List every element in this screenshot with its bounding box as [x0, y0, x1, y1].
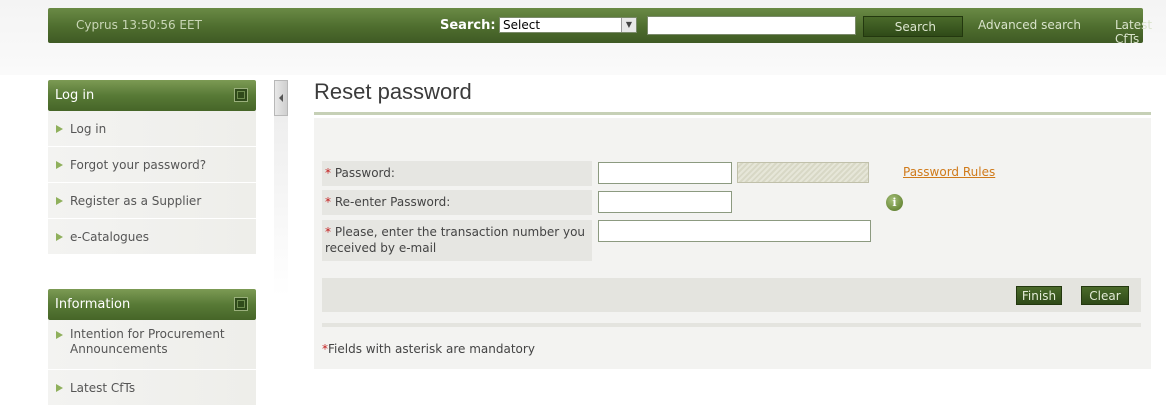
latest-cfts-link[interactable]: Latest CfTs	[1115, 18, 1152, 46]
password-rules-link[interactable]: Password Rules	[903, 165, 995, 179]
bullet-arrow-icon	[56, 125, 63, 133]
sidebar-collapse-rail	[274, 116, 288, 416]
sidebar-item-register-supplier[interactable]: Register as a Supplier	[48, 183, 256, 219]
sidebar-information-header: Information	[48, 289, 256, 320]
finish-button[interactable]: Finish	[1016, 286, 1062, 305]
transaction-number-field[interactable]	[598, 220, 871, 242]
search-button[interactable]: Search	[863, 16, 963, 37]
sidebar-item-intention-announcements[interactable]: Intention for Procurement Announcements	[48, 320, 256, 370]
reenter-password-label: * Re-enter Password:	[322, 190, 592, 215]
title-divider	[314, 112, 1151, 115]
bullet-arrow-icon	[56, 384, 63, 392]
page-title: Reset password	[314, 79, 472, 104]
sidebar-item-label: Register as a Supplier	[70, 194, 202, 208]
mandatory-fields-note: *Fields with asterisk are mandatory	[322, 342, 535, 356]
transaction-number-label: * Please, enter the transaction number y…	[322, 220, 592, 261]
sidebar-item-label: Forgot your password?	[70, 158, 207, 172]
chevron-left-icon	[279, 94, 283, 102]
top-bar: Cyprus 13:50:56 EET Search: Select ▼ Sea…	[48, 8, 1152, 46]
sidebar-item-login[interactable]: Log in	[48, 111, 256, 147]
advanced-search-link[interactable]: Advanced search	[978, 18, 1081, 32]
bullet-arrow-icon	[56, 331, 63, 339]
search-label: Search:	[440, 18, 496, 33]
search-category-select[interactable]: Select ▼	[499, 17, 637, 33]
bullet-arrow-icon	[56, 197, 63, 205]
sidebar-item-forgot-password[interactable]: Forgot your password?	[48, 147, 256, 183]
sidebar-item-e-catalogues[interactable]: e-Catalogues	[48, 219, 256, 255]
clock-text: Cyprus 13:50:56 EET	[76, 18, 202, 32]
sidebar-item-label: Intention for Procurement Announcements	[70, 327, 225, 356]
form-divider	[322, 323, 1141, 327]
chevron-down-icon[interactable]: ▼	[621, 18, 636, 32]
sidebar-login-box: Log in Log in Forgot your password? Regi…	[48, 80, 256, 255]
sidebar-item-label: Latest CfTs	[70, 381, 136, 395]
sidebar-collapse-handle[interactable]	[274, 80, 288, 116]
reenter-password-field[interactable]	[598, 191, 732, 213]
password-label: * Password:	[322, 161, 592, 186]
sidebar-login-title: Log in	[55, 88, 95, 103]
sidebar-item-latest-cfts[interactable]: Latest CfTs	[48, 370, 256, 406]
sidebar-information-box: Information Intention for Procurement An…	[48, 289, 256, 406]
password-field[interactable]	[598, 162, 732, 184]
sidebar-information-title: Information	[55, 297, 131, 312]
search-input[interactable]	[647, 16, 856, 35]
collapse-box-icon[interactable]	[234, 297, 248, 311]
password-strength-meter	[737, 162, 869, 183]
sidebar-item-label: e-Catalogues	[70, 230, 150, 244]
sidebar-item-label: Log in	[70, 122, 107, 136]
search-category-value: Select	[503, 18, 541, 32]
clear-button[interactable]: Clear	[1081, 286, 1129, 305]
collapse-box-icon[interactable]	[234, 88, 248, 102]
bullet-arrow-icon	[56, 161, 63, 169]
bullet-arrow-icon	[56, 233, 63, 241]
sidebar-login-header: Log in	[48, 80, 256, 111]
info-icon[interactable]: i	[886, 194, 903, 211]
